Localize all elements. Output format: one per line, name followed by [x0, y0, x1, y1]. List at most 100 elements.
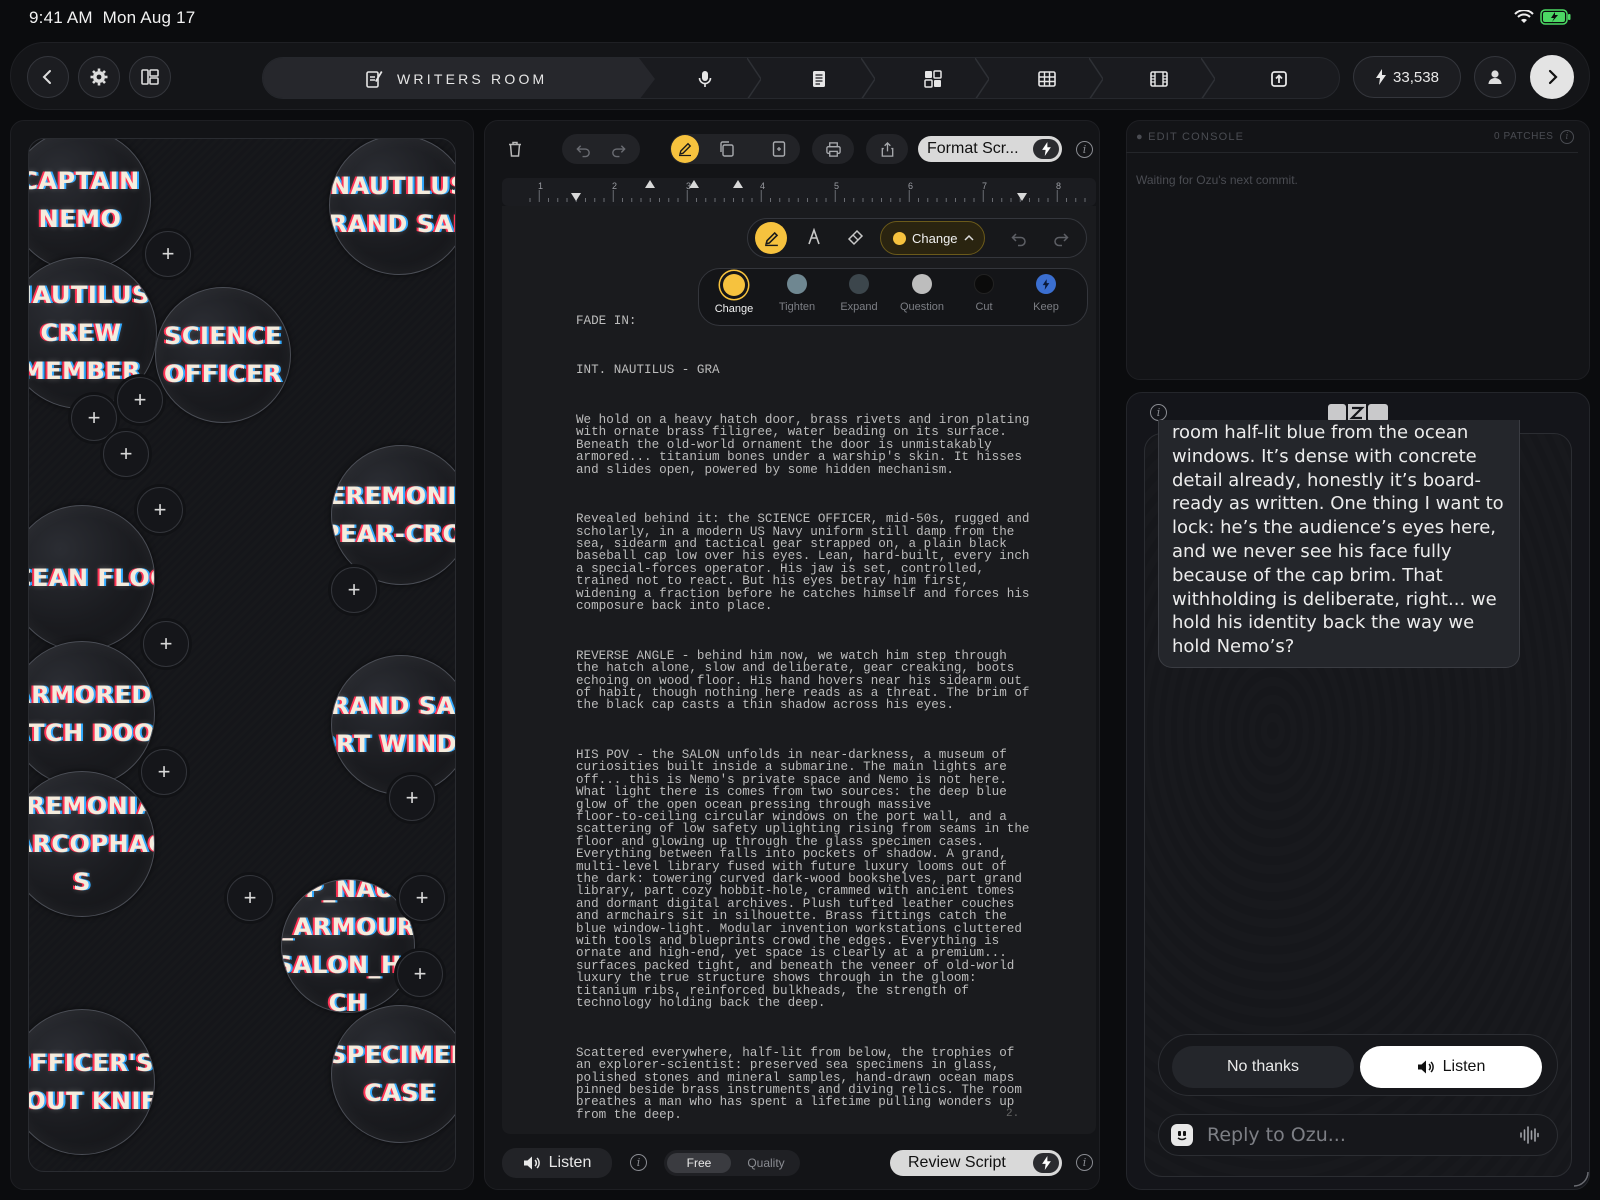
- palette-expand[interactable]: Expand: [829, 274, 889, 313]
- writers-room-tab[interactable]: WRITERS ROOM: [365, 58, 547, 98]
- add-element-button[interactable]: +: [117, 377, 163, 423]
- add-element-button[interactable]: +: [137, 487, 183, 533]
- delete-button[interactable]: [504, 138, 526, 160]
- trash-icon: [509, 141, 521, 157]
- pipeline-separator: [1089, 58, 1103, 98]
- element-bubble[interactable]: ARMORED HATCH DOOR: [29, 641, 155, 787]
- tab-stop-marker[interactable]: [1017, 193, 1027, 201]
- add-element-button[interactable]: +: [103, 431, 149, 477]
- element-bubble[interactable]: CEREMONIAL SARCOPHAG S: [29, 771, 155, 917]
- add-element-button[interactable]: +: [143, 621, 189, 667]
- palette-question[interactable]: Question: [892, 274, 952, 313]
- assistant-message-text: room half-lit blue from the ocean window…: [1172, 422, 1504, 658]
- mode-free[interactable]: Free: [667, 1153, 731, 1173]
- bolt-icon: [1033, 139, 1059, 159]
- eraser-icon: [847, 229, 864, 246]
- voice-waveform-icon[interactable]: [1519, 1125, 1539, 1145]
- color-swatch: [723, 274, 745, 296]
- element-bubble[interactable]: SPECIMEN CASE: [331, 1005, 455, 1143]
- listen-button[interactable]: Listen: [1360, 1046, 1542, 1088]
- mode-quality[interactable]: Quality: [735, 1153, 797, 1173]
- annotation-undo-button[interactable]: [1010, 229, 1028, 252]
- palette-keep[interactable]: Keep: [1016, 274, 1076, 313]
- undo-redo-group: [562, 134, 640, 164]
- marker-button[interactable]: [806, 227, 822, 251]
- resize-handle[interactable]: [1572, 1170, 1590, 1193]
- add-element-button[interactable]: +: [397, 951, 443, 997]
- listen-script-button[interactable]: Listen: [502, 1148, 612, 1178]
- storyboard-icon: [924, 70, 942, 88]
- pipeline-separator: [861, 58, 875, 98]
- step-film[interactable]: [1139, 58, 1179, 98]
- element-bubble[interactable]: OCEAN FLOO: [29, 505, 155, 651]
- pipeline-separator: [975, 58, 989, 98]
- redo-icon[interactable]: [610, 141, 627, 158]
- bolt-icon: [1042, 278, 1050, 290]
- credits-value: 33,538: [1393, 68, 1439, 86]
- element-bubble[interactable]: OP_NAUT S_ARMOURE SALON_HA CH: [281, 879, 415, 1013]
- console-title: ● EDIT CONSOLE: [1136, 131, 1245, 143]
- copy-button[interactable]: [718, 140, 736, 163]
- annotation-type-select[interactable]: Change: [880, 221, 985, 255]
- copy-icon: [720, 141, 734, 157]
- step-storyboard[interactable]: [913, 58, 953, 98]
- credits-balance[interactable]: 33,538: [1353, 56, 1461, 98]
- print-button[interactable]: [812, 134, 854, 164]
- tab-stop-marker[interactable]: [689, 180, 699, 188]
- eraser-button[interactable]: [847, 228, 865, 251]
- next-button[interactable]: [1530, 55, 1574, 99]
- step-grid[interactable]: [1027, 58, 1067, 98]
- reply-input[interactable]: [1207, 1124, 1507, 1146]
- undo-icon[interactable]: [575, 141, 592, 158]
- info-icon[interactable]: i: [1560, 130, 1574, 144]
- element-bubble[interactable]: NAUTILUS GRAND SALO: [329, 139, 455, 275]
- tab-stop-marker[interactable]: [645, 180, 655, 188]
- highlight-pen-button[interactable]: [755, 222, 787, 254]
- add-element-button[interactable]: +: [389, 775, 435, 821]
- element-bubble[interactable]: OFFICER'S SCOUT KNIFE: [29, 1009, 155, 1155]
- add-element-button[interactable]: +: [331, 567, 377, 613]
- add-element-button[interactable]: +: [141, 749, 187, 795]
- annotate-button[interactable]: [671, 135, 699, 163]
- paste-button[interactable]: [770, 140, 788, 163]
- info-icon[interactable]: i: [630, 1154, 647, 1171]
- palette-change[interactable]: Change: [704, 274, 764, 315]
- step-voice[interactable]: [685, 58, 725, 98]
- marker-icon: [808, 227, 820, 245]
- back-button[interactable]: [27, 56, 69, 98]
- profile-button[interactable]: [1474, 56, 1516, 98]
- palette-tighten[interactable]: Tighten: [767, 274, 827, 313]
- tab-stop-marker[interactable]: [571, 193, 581, 201]
- chevron-right-icon: [1548, 69, 1558, 85]
- ruler-number: 8: [1056, 181, 1061, 191]
- annotation-redo-button[interactable]: [1052, 229, 1070, 252]
- info-icon[interactable]: i: [1076, 141, 1093, 158]
- info-icon[interactable]: i: [1076, 1154, 1093, 1171]
- element-bubble[interactable]: CAPTAIN NEMO: [29, 139, 151, 271]
- review-script-button[interactable]: Review Script: [890, 1150, 1062, 1176]
- add-element-button[interactable]: +: [71, 395, 117, 441]
- bolt-icon: [1033, 1153, 1059, 1173]
- share-button[interactable]: [866, 134, 908, 164]
- no-thanks-button[interactable]: No thanks: [1172, 1046, 1354, 1088]
- page-number: 2.: [1006, 1108, 1020, 1120]
- info-icon[interactable]: i: [1150, 404, 1167, 421]
- element-bubble[interactable]: GRAND SALO PORT WINDOW: [331, 655, 455, 795]
- undo-icon: [1011, 233, 1026, 247]
- pipeline-separator: [1201, 58, 1215, 98]
- tab-stop-marker[interactable]: [733, 180, 743, 188]
- add-element-button[interactable]: +: [145, 231, 191, 277]
- script-text[interactable]: FADE IN: INT. NAUTILUS - GRA We hold on …: [576, 290, 1046, 1146]
- status-time: 9:41 AM Mon Aug 17: [29, 8, 196, 27]
- step-export[interactable]: [1259, 58, 1299, 98]
- add-element-button[interactable]: +: [399, 875, 445, 921]
- add-element-button[interactable]: +: [227, 875, 273, 921]
- layout-button[interactable]: [129, 56, 171, 98]
- format-script-button[interactable]: Format Scr...: [918, 136, 1062, 162]
- element-bubble[interactable]: CEREMONIAL SPEAR-CROSS: [331, 445, 455, 585]
- step-script[interactable]: [799, 58, 839, 98]
- palette-cut[interactable]: Cut: [954, 274, 1014, 313]
- settings-button[interactable]: [78, 56, 120, 98]
- element-bubble[interactable]: SCIENCE OFFICER: [155, 287, 291, 423]
- status-icons: [1514, 9, 1572, 25]
